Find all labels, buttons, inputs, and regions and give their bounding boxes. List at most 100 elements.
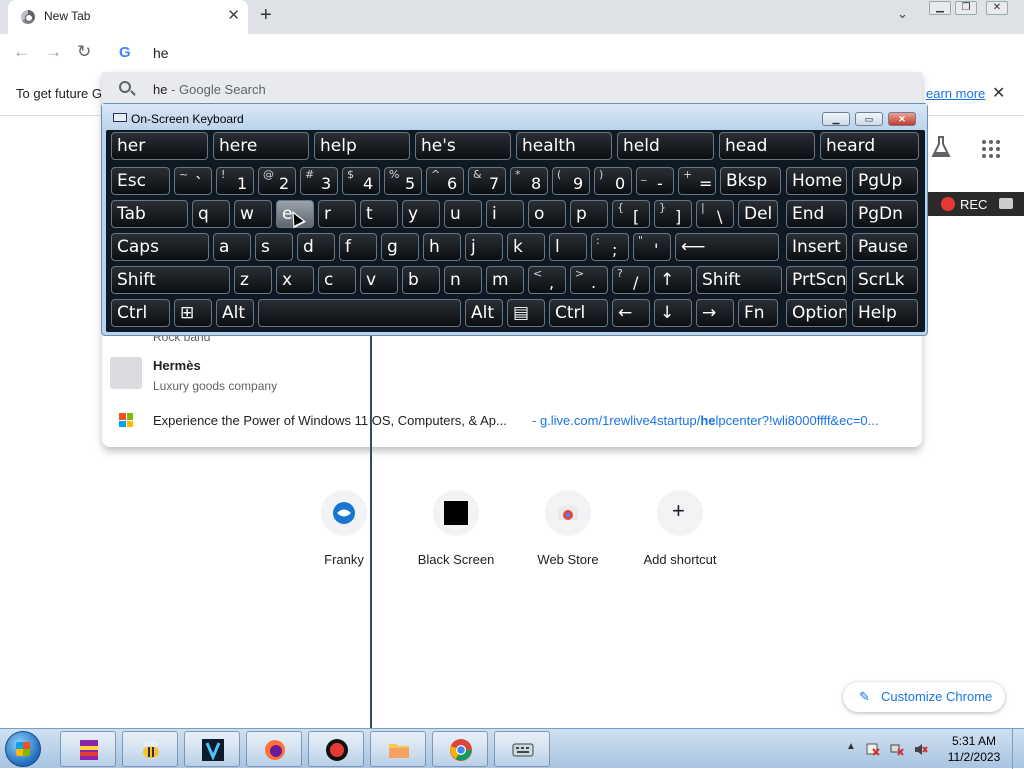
key-options[interactable]: Options: [786, 299, 847, 327]
key-sym[interactable]: + =: [678, 167, 716, 195]
key-insert[interactable]: Insert: [786, 233, 847, 261]
key-k[interactable]: k: [507, 233, 545, 261]
key-menu[interactable]: ▤: [507, 299, 545, 327]
tab-close-icon[interactable]: ✕: [227, 6, 240, 24]
key-bksp[interactable]: Bksp: [720, 167, 781, 195]
camera-icon[interactable]: [999, 198, 1013, 209]
key-y[interactable]: y: [402, 200, 440, 228]
key-fn[interactable]: Fn: [738, 299, 778, 327]
key-sym[interactable]: {[: [612, 200, 650, 228]
key-pgdn[interactable]: PgDn: [852, 200, 918, 228]
record-dot-icon[interactable]: [941, 197, 955, 211]
close-window-button[interactable]: ✕: [986, 1, 1008, 15]
customize-chrome-button[interactable]: ✎ Customize Chrome: [843, 682, 1005, 712]
suggestion-health[interactable]: health: [516, 132, 612, 160]
key-sym[interactable]: <,: [528, 266, 566, 294]
clock-date[interactable]: 11/2/2023: [944, 750, 1004, 764]
key-sym[interactable]: >.: [570, 266, 608, 294]
tab-new-tab[interactable]: New Tab ✕: [8, 0, 248, 34]
key-2[interactable]: @2: [258, 167, 296, 195]
google-apps-grid-icon[interactable]: [982, 140, 1000, 158]
key-sym[interactable]: :;: [591, 233, 629, 261]
volume-muted-icon[interactable]: [914, 743, 928, 756]
action-center-flag-icon[interactable]: [866, 743, 880, 756]
key-sym[interactable]: ? /: [612, 266, 650, 294]
taskbar-explorer[interactable]: [370, 731, 426, 767]
key-3[interactable]: #3: [300, 167, 338, 195]
key-up-arrow[interactable]: ↑: [654, 266, 692, 294]
key-scrlk[interactable]: ScrLk: [852, 266, 918, 294]
infobar-close-icon[interactable]: ✕: [992, 83, 1005, 103]
key-9[interactable]: (9: [552, 167, 590, 195]
key-left-shift[interactable]: Shift: [111, 266, 230, 294]
key-space[interactable]: [258, 299, 461, 327]
taskbar-recorder[interactable]: [308, 731, 364, 767]
infobar-learn-more-link[interactable]: earn more: [926, 86, 985, 101]
suggestion-hermes[interactable]: Hermès Luxury goods company: [102, 352, 922, 400]
key-sym[interactable]: _ -: [636, 167, 674, 195]
key-sym[interactable]: | \: [696, 200, 734, 228]
omnibox[interactable]: G he: [102, 34, 922, 72]
shortcut-black-screen[interactable]: Black Screen: [400, 490, 512, 580]
key-esc[interactable]: Esc: [111, 167, 170, 195]
osk-maximize-button[interactable]: ▭: [855, 112, 883, 126]
key-caps[interactable]: Caps: [111, 233, 209, 261]
suggestion-heard[interactable]: heard: [820, 132, 919, 160]
key-right-alt[interactable]: Alt: [465, 299, 503, 327]
tab-search-chevron-icon[interactable]: ⌄: [897, 6, 908, 22]
key-q[interactable]: q: [192, 200, 230, 228]
key-j[interactable]: j: [465, 233, 503, 261]
shortcut-add[interactable]: + Add shortcut: [624, 490, 736, 580]
suggestion-here[interactable]: here: [213, 132, 309, 160]
key-pause[interactable]: Pause: [852, 233, 918, 261]
key-s[interactable]: s: [255, 233, 293, 261]
taskbar-osk[interactable]: [494, 731, 550, 767]
key-7[interactable]: & 7: [468, 167, 506, 195]
key-left-ctrl[interactable]: Ctrl: [111, 299, 170, 327]
key-down-arrow[interactable]: ↓: [654, 299, 692, 327]
key-0[interactable]: ) 0: [594, 167, 632, 195]
suggestion-help[interactable]: help: [314, 132, 410, 160]
key-help[interactable]: Help: [852, 299, 918, 327]
key-windows-logo[interactable]: ⊞: [174, 299, 212, 327]
show-desktop-button[interactable]: [1012, 729, 1024, 769]
key-del[interactable]: Del: [738, 200, 778, 228]
key-m[interactable]: m: [486, 266, 524, 294]
key-1[interactable]: ! 1: [216, 167, 254, 195]
key-p[interactable]: p: [570, 200, 608, 228]
key-z[interactable]: z: [234, 266, 272, 294]
key-pgup[interactable]: PgUp: [852, 167, 918, 195]
minimize-button[interactable]: ▁: [929, 1, 951, 15]
osk-titlebar[interactable]: On-Screen Keyboard ▁ ▭ ✕: [102, 104, 927, 129]
osk-close-button[interactable]: ✕: [888, 112, 916, 126]
key-f[interactable]: f: [339, 233, 377, 261]
key-home[interactable]: Home: [786, 167, 847, 195]
key-v[interactable]: v: [360, 266, 398, 294]
shortcut-web-store[interactable]: Web Store: [512, 490, 624, 580]
suggestion-head[interactable]: head: [719, 132, 815, 160]
suggestion-held[interactable]: held: [617, 132, 714, 160]
taskbar-firefox[interactable]: [246, 731, 302, 767]
key-x[interactable]: x: [276, 266, 314, 294]
key-left-arrow[interactable]: ←: [612, 299, 650, 327]
key-h[interactable]: h: [423, 233, 461, 261]
key-4[interactable]: $4: [342, 167, 380, 195]
key-tab[interactable]: Tab: [111, 200, 188, 228]
maximize-button[interactable]: ❐: [955, 1, 977, 15]
clock-time[interactable]: 5:31 AM: [944, 734, 1004, 748]
key-u[interactable]: u: [444, 200, 482, 228]
forward-arrow-icon[interactable]: →: [45, 42, 62, 62]
key-end[interactable]: End: [786, 200, 847, 228]
key-i[interactable]: i: [486, 200, 524, 228]
key-a[interactable]: a: [213, 233, 251, 261]
suggestion-google-search[interactable]: he - Google Search: [102, 72, 922, 106]
key-sym[interactable]: }]: [654, 200, 692, 228]
taskbar-bee-app[interactable]: [122, 731, 178, 767]
key-w[interactable]: w: [234, 200, 272, 228]
key-right-arrow[interactable]: →: [696, 299, 734, 327]
taskbar-vegas[interactable]: [184, 731, 240, 767]
rec-label[interactable]: REC: [960, 197, 987, 212]
key-l[interactable]: l: [549, 233, 587, 261]
reload-icon[interactable]: ↻: [77, 42, 91, 62]
key-8[interactable]: * 8: [510, 167, 548, 195]
